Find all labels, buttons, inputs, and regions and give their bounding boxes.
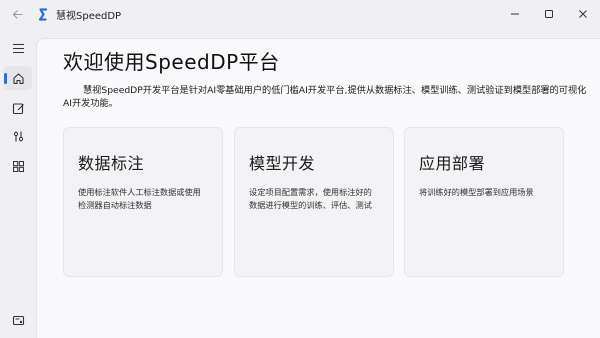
card-description: 将训练好的模型部署到应用场景: [419, 187, 534, 197]
sidebar-item-deploy[interactable]: [4, 154, 32, 178]
card-title: 模型开发: [249, 154, 316, 173]
card-description: 设定项目配置需求，使用标注好的数据进行模型的训练、评估、测试: [249, 187, 372, 210]
card-title: 数据标注: [78, 154, 145, 173]
home-icon: [12, 72, 24, 84]
window-controls: [498, 0, 600, 28]
sidebar-item-annotate[interactable]: [4, 96, 32, 120]
close-icon: [579, 10, 587, 18]
card-description: 使用标注软件人工标注数据或使用检测器自动标注数据: [78, 187, 201, 210]
main-panel: 欢迎使用SpeedDP平台 慧视SpeedDP开发平台是针对AI零基础用户的低门…: [36, 38, 600, 338]
maximize-icon: [545, 10, 553, 18]
back-button[interactable]: [4, 0, 30, 28]
app-title: 慧视SpeedDP: [56, 10, 122, 22]
minimize-button[interactable]: [498, 0, 532, 28]
page-title: 欢迎使用SpeedDP平台: [63, 50, 280, 74]
title-bar: 慧视SpeedDP: [0, 0, 600, 28]
card-title: 应用部署: [419, 154, 486, 173]
sidebar-item-home[interactable]: [4, 66, 32, 90]
apps-icon: [12, 160, 24, 172]
sidebar-item-settings[interactable]: [4, 308, 32, 332]
card-data-annotation[interactable]: 数据标注 使用标注软件人工标注数据或使用检测器自动标注数据: [63, 127, 223, 277]
settings-icon: [12, 315, 24, 325]
hamburger-icon: [12, 43, 24, 53]
close-button[interactable]: [566, 0, 600, 28]
menu-toggle-button[interactable]: [4, 36, 32, 60]
arrow-left-icon: [12, 9, 23, 19]
edit-icon: [12, 102, 24, 114]
sidebar: [0, 28, 36, 338]
tools-icon: [13, 131, 23, 141]
maximize-button[interactable]: [532, 0, 566, 28]
minimize-icon: [511, 13, 519, 15]
app-logo-icon: [36, 7, 50, 21]
card-app-deployment[interactable]: 应用部署 将训练好的模型部署到应用场景: [404, 127, 564, 277]
platform-description: 慧视SpeedDP开发平台是针对AI零基础用户的低门槛AI开发平台,提供从数据标…: [63, 85, 587, 109]
sidebar-item-train[interactable]: [4, 124, 32, 148]
card-model-development[interactable]: 模型开发 设定项目配置需求，使用标注好的数据进行模型的训练、评估、测试: [234, 127, 394, 277]
